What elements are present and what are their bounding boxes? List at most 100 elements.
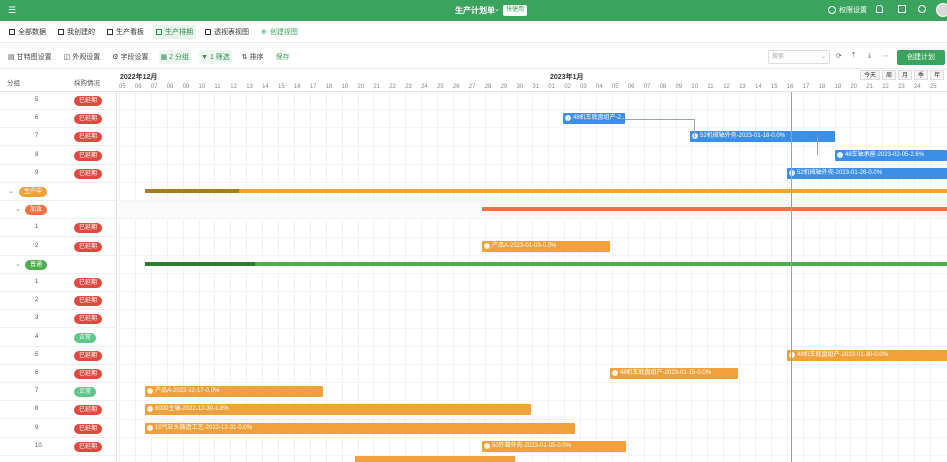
scale-year[interactable]: 年 [930, 70, 945, 80]
gantt-task-bar[interactable]: 48机车底盘组产-2023-01-30-0.0% [787, 349, 947, 361]
sort-button[interactable]: ⇅ 排序 [240, 50, 266, 64]
scale-quarter[interactable]: 季 [914, 70, 929, 80]
status-badge: 已延期 [74, 223, 103, 234]
refresh-icon[interactable]: ⟳ [836, 52, 842, 60]
group-summary-bar [145, 189, 947, 193]
day-label: 26 [452, 84, 460, 90]
row-divider [117, 382, 947, 384]
status-badge: 已延期 [74, 96, 103, 106]
table-row[interactable]: 7 正常 [0, 383, 117, 402]
row-divider [117, 109, 947, 111]
tab-kanban[interactable]: 生产看板 [104, 25, 147, 39]
gantt-task-bar[interactable]: 10气缸头铸造工艺-2022-12-31-0.0% [145, 422, 575, 434]
row-divider [117, 127, 947, 129]
table-row[interactable]: 8 已延期 [0, 401, 117, 420]
permission-settings[interactable]: 权限设置 [828, 5, 867, 15]
search-input[interactable]: 搜索 ⌄ [768, 50, 830, 64]
create-view-button[interactable]: ⊕ 创建视图 [258, 25, 301, 39]
table-row[interactable]: 1 已延期 [0, 219, 117, 238]
appearance-button[interactable]: ◫ 外观设置 [62, 50, 103, 64]
row-number: 5 [35, 351, 39, 358]
gantt-task-bar[interactable]: 产品A-2023-01-03-0.0% [482, 240, 610, 252]
tab-my-created[interactable]: 我创建的 [55, 25, 98, 39]
table-row[interactable]: 6 已延期 [0, 110, 117, 129]
grid-line [723, 92, 725, 462]
day-label: 13 [246, 84, 253, 90]
gantt-settings-button[interactable]: ▤ 甘特图设置 [6, 50, 54, 64]
day-label: 07 [643, 84, 651, 90]
day-label: 15 [278, 84, 285, 90]
scale-today[interactable]: 今天 [860, 70, 881, 80]
gantt-task-bar[interactable] [355, 456, 515, 462]
row-number: 9 [35, 424, 39, 431]
group-row[interactable]: ⌄ 加急 [0, 201, 117, 220]
table-row[interactable]: 5 已延期 [0, 92, 117, 110]
table-row[interactable]: 10 已延期 [0, 438, 117, 456]
table-row[interactable]: 7 已延期 [0, 128, 117, 147]
grid-line [119, 92, 120, 462]
chevron-down-icon[interactable]: ⌄ [15, 260, 21, 268]
tab-schedule[interactable]: 生产排期 [153, 24, 196, 39]
gantt-task-bar[interactable]: 50外箱外壳-2023-01-05-0.0% [482, 440, 626, 452]
upload-icon[interactable]: ⤒ [852, 52, 855, 60]
calendar-icon[interactable] [898, 5, 906, 13]
sort-icon: ⇅ [241, 54, 248, 61]
gantt-task-bar[interactable]: 48机车底盘组产-2... [563, 113, 625, 125]
status-badge: 已延期 [74, 369, 103, 379]
create-plan-button[interactable]: 创建计划 [897, 50, 945, 65]
scale-month[interactable]: 月 [898, 70, 913, 80]
day-label: 28 [484, 84, 492, 90]
gantt-task-bar[interactable]: 产品A-2022-12-17-0.0% [145, 386, 323, 398]
day-label: 23 [898, 84, 905, 90]
page-title[interactable]: 生产计划单 [455, 5, 495, 16]
chevron-down-icon[interactable]: ⌄ [15, 205, 21, 213]
more-icon[interactable]: ⋯ [882, 52, 889, 60]
table-row[interactable]: 9 已延期 [0, 420, 117, 438]
gantt-task-bar[interactable]: 48机车底盘组产-2023-01-15-0.0% [610, 368, 738, 379]
title-badge: 快捷用 [503, 5, 528, 16]
table-row[interactable]: 3 已延期 [0, 310, 117, 329]
status-badge: 已延期 [74, 423, 103, 434]
group-row[interactable]: ⌄ 生产中 [0, 183, 117, 201]
group-button[interactable]: ▦ 2 分组 [158, 50, 191, 64]
group-row[interactable]: ⌄ 普通 [0, 256, 117, 274]
grid-line [596, 92, 597, 462]
day-label: 17 [309, 84, 317, 90]
day-label: 27 [468, 84, 476, 90]
kanban-icon [107, 28, 113, 35]
table-row[interactable]: 2 已延期 [0, 238, 117, 256]
gantt-task-bar[interactable]: 52机械轴外壳-2023-01-26-0.0% [787, 167, 947, 179]
day-label: 24 [914, 84, 921, 90]
bell-icon[interactable] [876, 5, 883, 13]
table-row[interactable]: 2 已延期 [0, 292, 117, 311]
table-row[interactable]: 9 已延期 [0, 165, 117, 183]
chevron-down-icon[interactable]: ⌄ [8, 187, 14, 195]
download-icon[interactable]: ⤓ [868, 52, 871, 60]
row-number: 10 [35, 442, 42, 449]
fields-button[interactable]: ⚙ 字段设置 [110, 50, 150, 64]
table-row[interactable]: 4 正常 [0, 329, 117, 347]
day-label: 06 [627, 84, 635, 90]
home-icon[interactable]: ☰ [8, 5, 16, 16]
gantt-task-bar[interactable]: 48车轴承座-2023-02-05-2.6% [835, 149, 947, 161]
grid-line [834, 92, 836, 462]
gantt-task-bar[interactable]: 6000主轴-2022-12-30-1.8% [145, 404, 531, 416]
filter-button[interactable]: ▼ 1 筛选 [199, 50, 232, 64]
tab-pivot[interactable]: 透视表视图 [202, 25, 252, 39]
task-status-icon [484, 242, 490, 249]
tab-all-data[interactable]: 全部数据 [6, 25, 49, 39]
help-icon[interactable] [918, 5, 926, 13]
scale-week[interactable]: 周 [882, 70, 897, 80]
row-divider [117, 145, 947, 147]
row-divider [117, 455, 947, 456]
save-button[interactable]: 保存 [274, 50, 292, 64]
table-row[interactable]: 6 已延期 [0, 365, 117, 383]
title-dropdown-icon[interactable]: ⌄ [494, 5, 500, 13]
table-row[interactable]: 5 已延期 [0, 347, 117, 365]
table-row[interactable]: 1 已延期 [0, 274, 117, 292]
gantt-task-bar[interactable]: 52机械轴外壳-2023-01-18-0.0% [690, 131, 835, 143]
grid-line [929, 92, 931, 462]
avatar[interactable] [936, 3, 947, 17]
day-label: 18 [325, 84, 333, 90]
table-row[interactable]: 8 已延期 [0, 147, 117, 165]
